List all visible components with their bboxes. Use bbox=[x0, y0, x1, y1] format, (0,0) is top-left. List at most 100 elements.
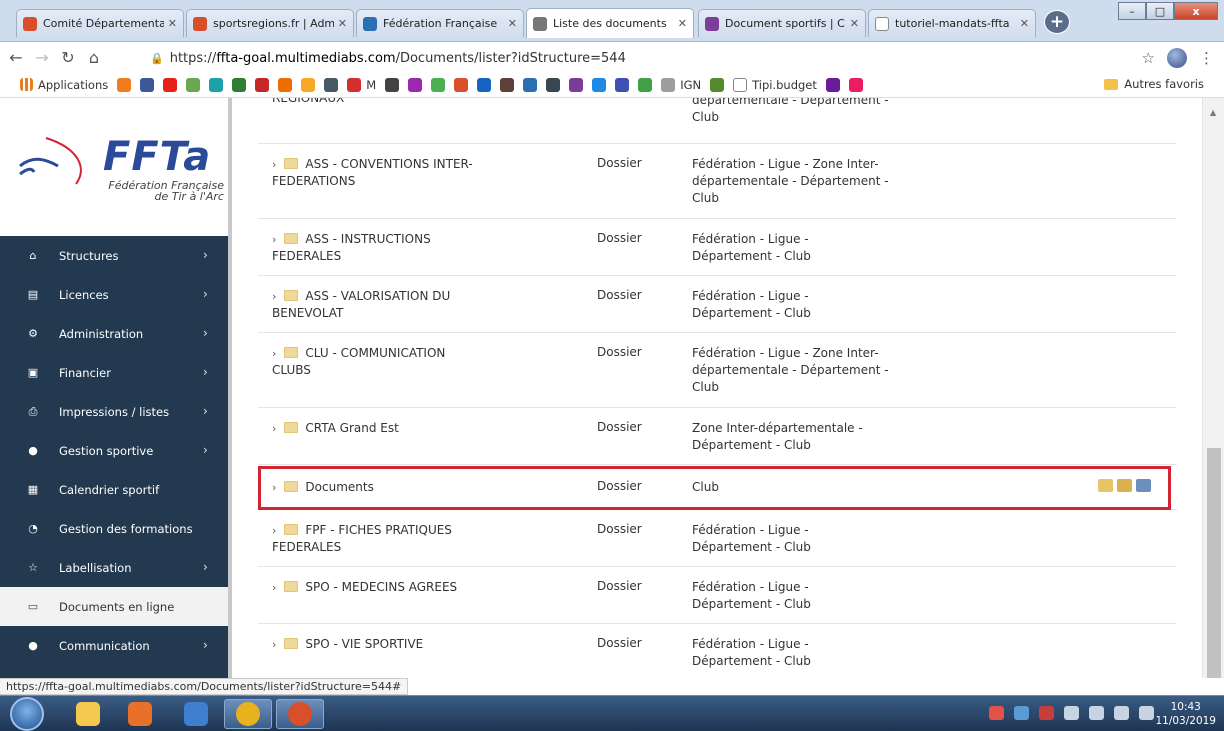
bookmark-item[interactable] bbox=[500, 77, 515, 92]
folder-name-cell[interactable]: › ASS - INSTRUCTIONS FEDERALES bbox=[272, 231, 482, 265]
bookmark-item[interactable] bbox=[592, 77, 607, 92]
bookmark-item[interactable] bbox=[278, 77, 293, 92]
bookmark-item[interactable] bbox=[140, 77, 155, 92]
start-button[interactable] bbox=[10, 697, 44, 731]
tab-close-icon[interactable]: ✕ bbox=[678, 17, 687, 30]
folder-name-cell[interactable]: › ASS - CONVENTIONS INTER-FEDERATIONS bbox=[272, 156, 482, 190]
home-icon[interactable]: ⌂ bbox=[84, 48, 104, 67]
folder-name-cell[interactable]: › FPF - FICHES PRATIQUES FEDERALES bbox=[272, 522, 482, 556]
bookmark-item[interactable] bbox=[825, 77, 840, 92]
bookmark-item[interactable] bbox=[569, 77, 584, 92]
taskbar-app-chrome-profile[interactable] bbox=[276, 699, 324, 729]
shield-icon[interactable] bbox=[1039, 706, 1054, 720]
chevron-right-icon[interactable]: › bbox=[272, 290, 276, 303]
table-row[interactable]: REGIONAUX départementale - Département - … bbox=[258, 98, 1176, 144]
tab-close-icon[interactable]: ✕ bbox=[1020, 17, 1029, 30]
chevron-right-icon[interactable]: › bbox=[272, 422, 276, 435]
folder-name-cell[interactable]: › SPO - VIE SPORTIVE bbox=[272, 636, 482, 653]
bookmark-item[interactable] bbox=[477, 77, 492, 92]
new-tab-button[interactable]: + bbox=[1044, 10, 1070, 34]
browser-tab[interactable]: Comité Départementa ✕ bbox=[16, 9, 184, 37]
table-row[interactable]: › SPO - VIE SPORTIVE Dossier Fédération - L… bbox=[258, 624, 1176, 678]
bookmark-item[interactable] bbox=[848, 77, 863, 92]
taskbar-app-outlook[interactable] bbox=[172, 699, 220, 729]
bookmark-item[interactable] bbox=[408, 77, 423, 92]
browser-tab[interactable]: Fédération Française ✕ bbox=[356, 9, 524, 37]
bookmark-item[interactable]: Applications bbox=[20, 78, 108, 92]
browser-tab[interactable]: tutoriel-mandats-ffta ✕ bbox=[868, 9, 1036, 37]
taskbar-clock[interactable]: 10:43 11/03/2019 bbox=[1155, 700, 1216, 728]
url-input[interactable]: 🔒 https://ffta-goal.multimediabs.com/Doc… bbox=[150, 47, 1198, 69]
close-window-button[interactable]: x bbox=[1174, 2, 1218, 20]
tray-app-icon[interactable] bbox=[1014, 706, 1029, 720]
bookmark-item[interactable] bbox=[454, 77, 469, 92]
sidebar-item-calendrier-sportif[interactable]: ▦ Calendrier sportif bbox=[0, 470, 232, 509]
folder-name-cell[interactable]: › ASS - VALORISATION DU BENEVOLAT bbox=[272, 288, 482, 322]
scroll-thumb[interactable] bbox=[1207, 448, 1221, 678]
sidebar-item-gestion-sportive[interactable]: ● Gestion sportive › bbox=[0, 431, 232, 470]
scroll-up-icon[interactable]: ▲ bbox=[1210, 108, 1216, 117]
chevron-right-icon[interactable]: › bbox=[272, 158, 276, 171]
bookmark-item[interactable]: IGN bbox=[661, 77, 701, 92]
ffta-logo[interactable]: FFTa Fédération Française de Tir à l'Arc bbox=[0, 98, 232, 236]
bookmark-item[interactable] bbox=[324, 77, 339, 92]
bookmark-item[interactable] bbox=[232, 77, 247, 92]
menu-kebab-icon[interactable]: ⋮ bbox=[1199, 49, 1214, 67]
bookmark-item[interactable] bbox=[710, 77, 725, 92]
sidebar-item-gestion-des-formations[interactable]: ◔ Gestion des formations bbox=[0, 509, 232, 548]
back-arrow-icon[interactable]: ← bbox=[6, 48, 26, 67]
sidebar-item-communication[interactable]: ● Communication › bbox=[0, 626, 232, 665]
bookmark-item[interactable] bbox=[209, 77, 224, 92]
bookmark-item[interactable] bbox=[186, 77, 201, 92]
other-bookmarks[interactable]: Autres favoris bbox=[1104, 77, 1204, 91]
folder-name-cell[interactable]: › CRTA Grand Est bbox=[272, 420, 482, 437]
folder-name-cell[interactable]: › CLU - COMMUNICATION CLUBS bbox=[272, 345, 482, 379]
table-row[interactable]: › ASS - INSTRUCTIONS FEDERALES Dossier Fédé… bbox=[258, 219, 1176, 276]
bookmark-item[interactable] bbox=[546, 77, 561, 92]
display-icon[interactable] bbox=[1089, 706, 1104, 720]
bookmark-item[interactable] bbox=[523, 77, 538, 92]
taskbar-app-media-player[interactable] bbox=[116, 699, 164, 729]
bookmark-item[interactable]: Tipi.budget bbox=[733, 77, 817, 92]
tab-close-icon[interactable]: ✕ bbox=[338, 17, 347, 30]
maximize-button[interactable]: □ bbox=[1146, 2, 1174, 20]
bookmark-star-icon[interactable]: ☆ bbox=[1142, 49, 1155, 67]
chevron-right-icon[interactable]: › bbox=[272, 233, 276, 246]
chevron-right-icon[interactable]: › bbox=[272, 638, 276, 651]
folder-name-cell[interactable]: REGIONAUX bbox=[272, 98, 482, 107]
table-row[interactable]: › FPF - FICHES PRATIQUES FEDERALES Dossier… bbox=[258, 510, 1176, 567]
bookmark-item[interactable] bbox=[385, 77, 400, 92]
sidebar-item-financier[interactable]: ▣ Financier › bbox=[0, 353, 232, 392]
tab-close-icon[interactable]: ✕ bbox=[850, 17, 859, 30]
sidebar-item-impressions-listes[interactable]: ⎙ Impressions / listes › bbox=[0, 392, 232, 431]
flag-icon[interactable] bbox=[1139, 706, 1154, 720]
chevron-right-icon[interactable]: › bbox=[272, 581, 276, 594]
sidebar-item-administration[interactable]: ⚙ Administration › bbox=[0, 314, 232, 353]
reload-icon[interactable]: ↻ bbox=[58, 48, 78, 67]
forward-arrow-icon[interactable]: → bbox=[32, 48, 52, 67]
taskbar-app-explorer[interactable] bbox=[64, 699, 112, 729]
bookmark-item[interactable] bbox=[255, 77, 270, 92]
chevron-right-icon[interactable]: › bbox=[272, 347, 276, 360]
network-icon[interactable] bbox=[1064, 706, 1079, 720]
tab-close-icon[interactable]: ✕ bbox=[168, 17, 177, 30]
folder-name-cell[interactable]: › SPO - MEDECINS AGREES bbox=[272, 579, 482, 596]
volume-icon[interactable] bbox=[1114, 706, 1129, 720]
sidebar-item-structures[interactable]: ⌂ Structures › bbox=[0, 236, 232, 275]
profile-avatar[interactable] bbox=[1167, 48, 1187, 68]
table-row[interactable]: › CLU - COMMUNICATION CLUBS Dossier Fédérat… bbox=[258, 333, 1176, 408]
table-row[interactable]: › SPO - MEDECINS AGREES Dossier Fédération … bbox=[258, 567, 1176, 624]
bookmark-item[interactable] bbox=[163, 77, 178, 92]
bookmark-item[interactable] bbox=[301, 77, 316, 92]
table-row[interactable]: › CRTA Grand Est Dossier Zone Inter-départe… bbox=[258, 408, 1176, 465]
sidebar-item-documents-en-ligne[interactable]: ▭ Documents en ligne bbox=[0, 587, 232, 626]
browser-tab[interactable]: sportsregions.fr | Adm ✕ bbox=[186, 9, 354, 37]
table-row[interactable]: › ASS - CONVENTIONS INTER-FEDERATIONS Doss… bbox=[258, 144, 1176, 219]
sidebar-item-labellisation[interactable]: ☆ Labellisation › bbox=[0, 548, 232, 587]
tab-close-icon[interactable]: ✕ bbox=[508, 17, 517, 30]
bookmark-item[interactable] bbox=[638, 77, 653, 92]
browser-tab[interactable]: Liste des documents ✕ bbox=[526, 8, 694, 38]
tray-app-icon[interactable] bbox=[989, 706, 1004, 720]
page-scrollbar[interactable]: ▲ bbox=[1202, 98, 1224, 678]
table-row[interactable]: › ASS - VALORISATION DU BENEVOLAT Dossier F… bbox=[258, 276, 1176, 333]
